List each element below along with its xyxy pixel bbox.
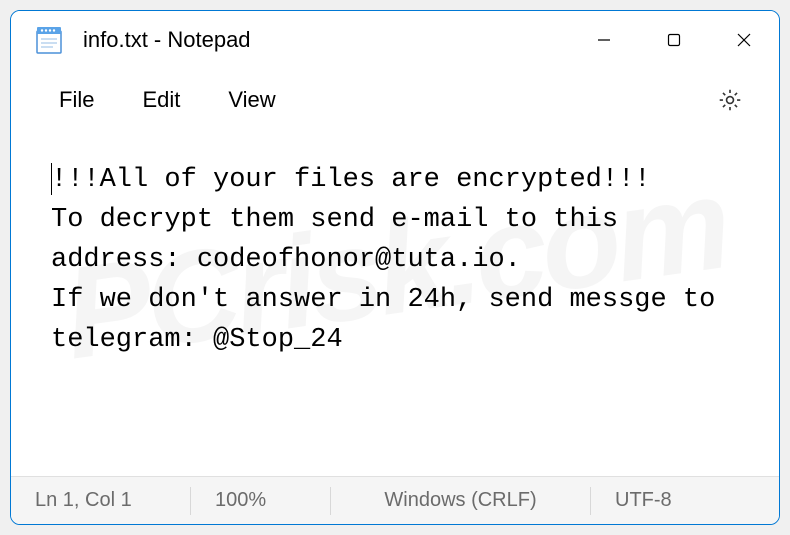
notepad-icon bbox=[35, 25, 63, 55]
document-text: !!!All of your files are encrypted!!! To… bbox=[51, 165, 732, 355]
minimize-button[interactable] bbox=[569, 11, 639, 69]
status-zoom[interactable]: 100% bbox=[191, 487, 331, 515]
close-button[interactable] bbox=[709, 11, 779, 69]
window-title: info.txt - Notepad bbox=[83, 27, 569, 53]
menubar: File Edit View bbox=[11, 69, 779, 131]
status-line-ending: Windows (CRLF) bbox=[331, 487, 591, 515]
window-controls bbox=[569, 11, 779, 69]
menu-edit[interactable]: Edit bbox=[122, 81, 200, 119]
maximize-button[interactable] bbox=[639, 11, 709, 69]
status-cursor-position: Ln 1, Col 1 bbox=[11, 487, 191, 515]
menu-view[interactable]: View bbox=[208, 81, 295, 119]
settings-button[interactable] bbox=[709, 79, 751, 121]
titlebar: info.txt - Notepad bbox=[11, 11, 779, 69]
menu-file[interactable]: File bbox=[39, 81, 114, 119]
statusbar: Ln 1, Col 1 100% Windows (CRLF) UTF-8 bbox=[11, 476, 779, 524]
status-encoding: UTF-8 bbox=[591, 487, 779, 515]
text-area[interactable]: !!!All of your files are encrypted!!! To… bbox=[11, 131, 779, 476]
notepad-window: PCrisk.com info.txt - Notepad bbox=[10, 10, 780, 525]
